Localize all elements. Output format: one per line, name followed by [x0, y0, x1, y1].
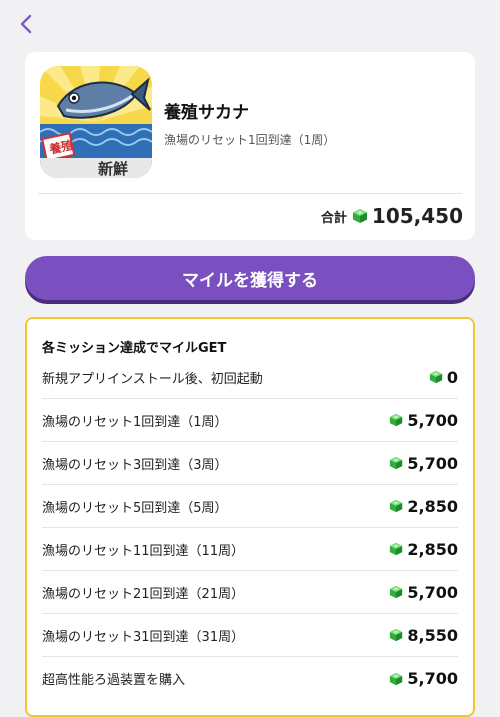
- svg-text:新鮮: 新鮮: [98, 160, 128, 178]
- mission-row: 漁場のリセット31回到達（31周） 8,550: [42, 614, 458, 657]
- mission-row: 漁場のリセット1回到達（1周） 5,700: [42, 399, 458, 442]
- mission-label: 漁場のリセット21回到達（21周）: [42, 586, 245, 602]
- mission-row: 漁場のリセット11回到達（11周） 2,850: [42, 528, 458, 571]
- green-gem-icon: [389, 413, 403, 427]
- mission-value: 8,550: [407, 625, 458, 645]
- fish-app-icon: 養殖 新鮮: [40, 66, 152, 178]
- earn-miles-button[interactable]: マイルを獲得する: [25, 256, 475, 300]
- total-label: 合計: [320, 210, 347, 226]
- green-gem-icon: [389, 456, 403, 470]
- app-summary-card: 養殖 新鮮 養殖サカナ 漁場のリセット1回到達（1周） 合計 105,450: [25, 52, 475, 240]
- mission-label: 新規アプリインストール後、初回起動: [42, 371, 263, 387]
- mission-list-card: 各ミッション達成でマイルGET 新規アプリインストール後、初回起動 0 漁場のリ…: [25, 317, 475, 717]
- mission-value: 2,850: [407, 539, 458, 559]
- mission-label: 漁場のリセット31回到達（31周）: [42, 629, 245, 645]
- mission-row: 漁場のリセット21回到達（21周） 5,700: [42, 571, 458, 614]
- top-bar: [0, 0, 500, 48]
- mission-row: 漁場のリセット3回到達（3周） 5,700: [42, 442, 458, 485]
- mission-label: 漁場のリセット3回到達（3周）: [42, 457, 228, 473]
- mission-reward: 2,850: [389, 540, 458, 559]
- mission-reward: 2,850: [389, 497, 458, 516]
- mission-row: 新規アプリインストール後、初回起動 0: [42, 356, 458, 399]
- green-gem-icon: [389, 585, 403, 599]
- app-name: 養殖サカナ: [164, 103, 249, 123]
- total-reward: 合計 105,450: [321, 204, 463, 228]
- mission-label: 漁場のリセット11回到達（11周）: [42, 543, 245, 559]
- mission-value: 5,700: [407, 669, 458, 688]
- mission-reward: 8,550: [389, 626, 458, 645]
- missions-title: 各ミッション達成でマイルGET: [42, 341, 227, 356]
- mission-row: 漁場のリセット5回到達（5周） 2,850: [42, 485, 458, 528]
- green-gem-icon: [389, 672, 403, 686]
- green-gem-icon: [389, 542, 403, 556]
- green-gem-icon: [352, 208, 368, 224]
- mission-value: 5,700: [407, 582, 458, 602]
- mission-value: 5,700: [407, 410, 458, 430]
- mission-reward: 5,700: [389, 583, 458, 602]
- mission-label: 漁場のリセット1回到達（1周）: [42, 414, 228, 430]
- mission-reward: 5,700: [389, 454, 458, 473]
- mission-reward: 5,700: [389, 669, 458, 688]
- green-gem-icon: [389, 499, 403, 513]
- mission-reward: 5,700: [389, 411, 458, 430]
- green-gem-icon: [389, 628, 403, 642]
- total-value: 105,450: [371, 204, 463, 228]
- app-icon[interactable]: 養殖 新鮮: [40, 66, 152, 178]
- mission-value: 0: [446, 367, 458, 387]
- current-mission: 漁場のリセット1回到達（1周）: [164, 133, 336, 147]
- mission-label: 超高性能ろ過装置を購入: [42, 673, 186, 688]
- mission-value: 2,850: [407, 496, 458, 516]
- mission-reward: 0: [429, 368, 458, 387]
- divider: [38, 193, 462, 194]
- back-button[interactable]: [12, 10, 40, 38]
- mission-row: 超高性能ろ過装置を購入 5,700: [42, 657, 458, 700]
- chevron-left-icon: [20, 14, 32, 34]
- mission-label: 漁場のリセット5回到達（5周）: [42, 500, 228, 516]
- mission-value: 5,700: [407, 453, 458, 473]
- green-gem-icon: [429, 370, 443, 384]
